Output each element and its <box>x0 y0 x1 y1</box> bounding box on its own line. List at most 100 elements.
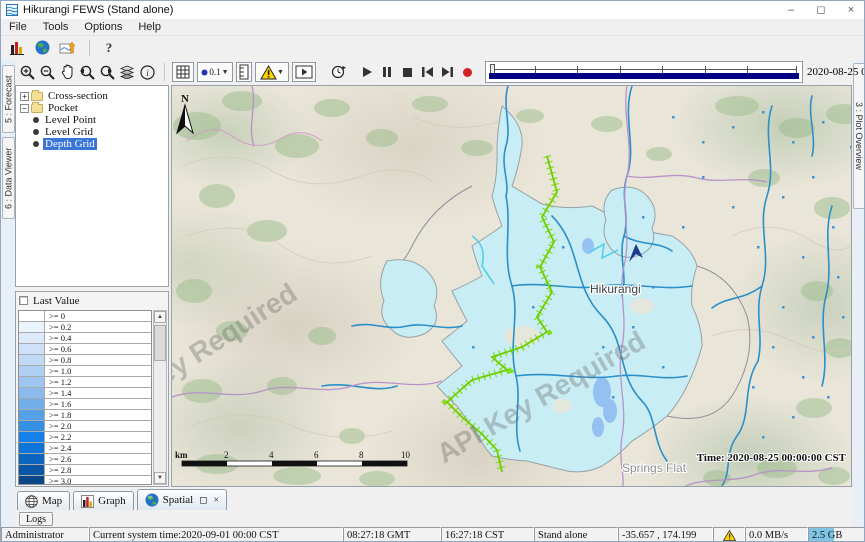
minimize-button[interactable]: – <box>776 1 806 19</box>
menu-tools[interactable]: Tools <box>35 20 77 34</box>
scroll-up-icon[interactable]: ▲ <box>154 311 166 323</box>
collapse-icon[interactable]: − <box>20 104 29 113</box>
zoom-in-button[interactable] <box>17 62 37 82</box>
legend-row: >= 1.4 <box>19 388 151 399</box>
legend-swatch <box>19 322 45 332</box>
menu-file[interactable]: File <box>1 20 35 34</box>
map-view[interactable]: API Key Required API Key Required Hikura… <box>171 85 852 487</box>
play-icon <box>361 66 373 78</box>
time-settings-button[interactable] <box>329 62 349 82</box>
zoom-out-button[interactable] <box>37 62 57 82</box>
legend-label: >= 3.0 <box>45 476 151 485</box>
expand-icon[interactable]: + <box>20 92 29 101</box>
help-button[interactable]: ? <box>98 38 120 58</box>
scroll-down-icon[interactable]: ▼ <box>154 472 166 484</box>
legend-header: Last Value <box>16 292 168 307</box>
map-display-button[interactable] <box>31 38 53 58</box>
step-first-button[interactable] <box>417 62 437 82</box>
pause-button[interactable] <box>377 62 397 82</box>
tree-item-label: Pocket <box>46 102 80 114</box>
tab-graph-label: Graph <box>98 495 126 507</box>
menu-options[interactable]: Options <box>76 20 130 34</box>
tree-item-cross-section[interactable]: + Cross-section <box>20 90 168 102</box>
legend-label: >= 1.4 <box>45 388 151 398</box>
tree-item-level-point[interactable]: Level Point <box>20 114 168 126</box>
scroll-thumb[interactable] <box>154 325 166 361</box>
info-button[interactable]: i <box>137 62 157 82</box>
map-time-label: Time: 2020-08-25 00:00:00 CST <box>697 452 847 464</box>
map-canvas: API Key Required API Key Required Hikura… <box>172 86 852 487</box>
scale-ruler-button[interactable] <box>236 62 252 82</box>
svg-text:i: i <box>146 68 149 78</box>
zoom-next-button[interactable] <box>97 62 117 82</box>
side-tab-plot-overview[interactable]: 3 : Plot Overview <box>853 63 865 209</box>
tab-map-label: Map <box>42 495 62 507</box>
legend-label: >= 0.4 <box>45 333 151 343</box>
scale-tick: 2 <box>224 450 229 460</box>
step-last-button[interactable] <box>437 62 457 82</box>
legend-label: >= 0.2 <box>45 322 151 332</box>
menu-help[interactable]: Help <box>130 20 169 34</box>
close-button[interactable]: × <box>836 1 865 19</box>
time-slider[interactable] <box>485 61 803 83</box>
tree-item-level-grid[interactable]: Level Grid <box>20 126 168 138</box>
warning-threshold-dropdown[interactable]: ▼ <box>255 62 289 82</box>
scale-unit-label: km <box>175 450 188 460</box>
last-value-checkbox[interactable] <box>19 296 28 305</box>
tab-close-icon[interactable]: × <box>214 495 220 506</box>
logs-button-label: Logs <box>26 514 46 525</box>
legend-swatch <box>19 454 45 464</box>
status-local-time: 16:27:18 CST <box>441 527 534 542</box>
play-button[interactable] <box>357 62 377 82</box>
map-toolbar: i 0.1 ▼ <box>17 59 850 85</box>
side-tab-data-viewer[interactable]: 6 : Data Viewer <box>2 137 15 219</box>
stop-button[interactable] <box>397 62 417 82</box>
legend-swatch <box>19 399 45 409</box>
area-label: Springs Flat <box>622 461 687 475</box>
legend-scrollbar[interactable]: ▲ ▼ <box>153 310 167 485</box>
legend-row: >= 0.6 <box>19 344 151 355</box>
status-gmt-time: 08:27:18 GMT <box>343 527 441 542</box>
node-bullet-icon <box>33 129 39 135</box>
tab-maximize-icon[interactable]: ◻ <box>199 495 207 506</box>
side-tab-forecast[interactable]: 5 : Forecast <box>2 65 15 133</box>
maximize-button[interactable]: ◻ <box>806 1 836 19</box>
record-button[interactable] <box>457 62 477 82</box>
legend-label: >= 2.2 <box>45 432 151 442</box>
legend-row: >= 2.6 <box>19 454 151 465</box>
status-mode: Stand alone <box>534 527 618 542</box>
current-timestep-label: 2020-08-25 00:00:00 CST <box>807 66 865 78</box>
legend-swatch <box>19 432 45 442</box>
tab-map[interactable]: Map <box>17 491 70 510</box>
skip-to-end-icon <box>441 66 454 78</box>
animation-button[interactable] <box>292 62 316 82</box>
legend-row: >= 0 <box>19 311 151 322</box>
node-bullet-icon <box>33 117 39 123</box>
legend-swatch <box>19 476 45 485</box>
point-size-value: 0.1 <box>209 67 220 77</box>
spatial-display-button[interactable] <box>56 38 78 58</box>
point-size-dropdown[interactable]: 0.1 ▼ <box>197 62 233 82</box>
timeseries-display-button[interactable] <box>6 38 28 58</box>
window-title: Hikurangi FEWS (Stand alone) <box>23 4 173 16</box>
pan-button[interactable] <box>57 62 77 82</box>
tree-item-depth-grid[interactable]: Depth Grid <box>20 138 168 150</box>
spatial-globe-icon <box>145 493 159 507</box>
tab-graph[interactable]: Graph <box>73 491 134 510</box>
layers-button[interactable] <box>117 62 137 82</box>
grid-toggle-button[interactable] <box>172 62 194 82</box>
title-bar: Hikurangi FEWS (Stand alone) – ◻ × <box>1 1 865 19</box>
status-warning[interactable] <box>713 527 745 542</box>
legend-label: >= 1.8 <box>45 410 151 420</box>
layers-icon <box>119 65 135 79</box>
tree-item-pocket[interactable]: − Pocket <box>20 102 168 114</box>
graph-icon <box>81 495 94 508</box>
tree-item-label: Cross-section <box>46 90 110 102</box>
time-slider-track <box>492 69 796 70</box>
zoom-in-icon <box>19 64 36 81</box>
toolbar-separator <box>164 63 165 81</box>
zoom-previous-button[interactable] <box>77 62 97 82</box>
tab-spatial-active[interactable]: Spatial ◻ × <box>137 489 228 510</box>
legend-swatch <box>19 333 45 343</box>
logs-button[interactable]: Logs <box>19 512 53 526</box>
